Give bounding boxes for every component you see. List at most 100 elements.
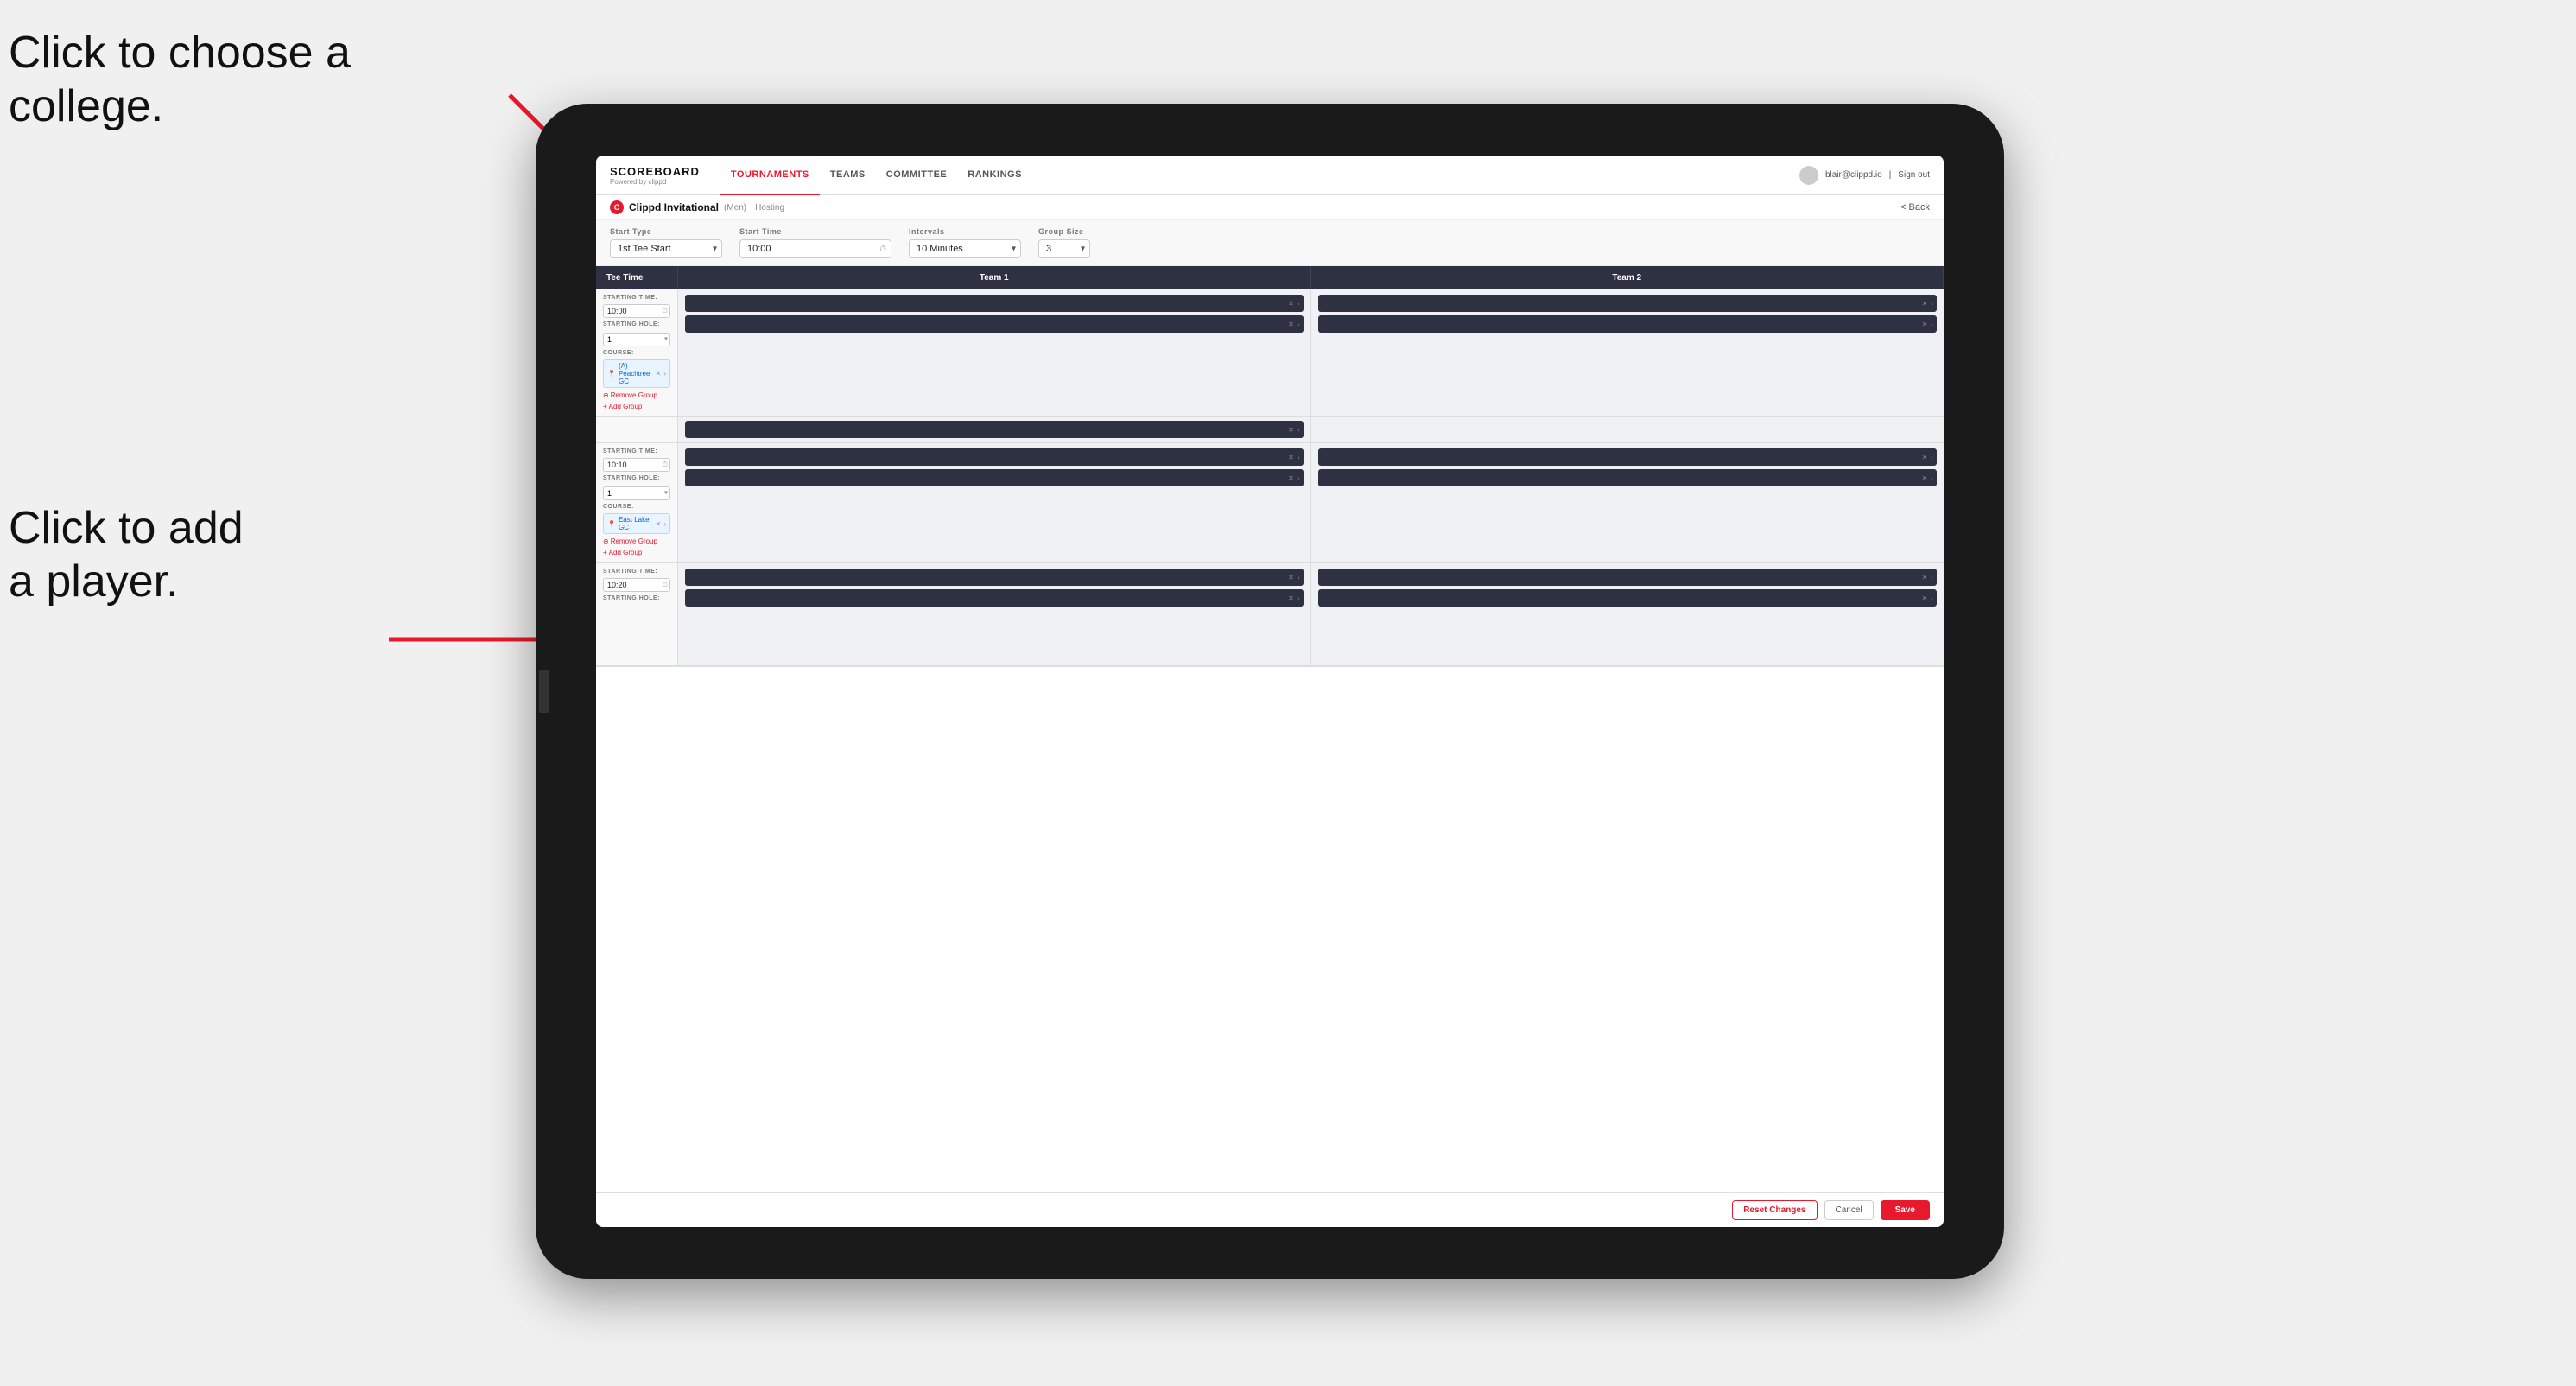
intervals-select[interactable]: 10 Minutes [909,239,1021,258]
group-row-2: STARTING TIME: ⏱ STARTING HOLE: 1 ▾ [596,443,1944,563]
group-size-select-wrap: 3 [1038,239,1090,258]
brand-sub: Powered by clippd [610,178,700,186]
course-remove-1[interactable]: ✕ [656,370,662,378]
chevron-icon-2-1[interactable]: › [1931,300,1933,308]
x-icon-4-1[interactable]: ✕ [1922,454,1928,461]
side-button [539,670,549,713]
group-size-select[interactable]: 3 [1038,239,1090,258]
sign-out-link[interactable]: Sign out [1898,170,1930,180]
course-tag-wrap-2: 📍 East Lake GC ✕ › [603,513,670,534]
chevron-icon-6-2[interactable]: › [1931,594,1933,602]
nav-rankings[interactable]: RANKINGS [957,156,1032,195]
player-slot-6-1[interactable]: ✕ › [1318,569,1938,586]
group-left-3: STARTING TIME: ⏱ STARTING HOLE: [596,563,678,665]
nav-right: blair@clippd.io | Sign out [1799,166,1930,185]
course-chevron-1[interactable]: › [663,370,666,378]
chevron-icon-4-2[interactable]: › [1931,474,1933,482]
chevron-icon-5-1[interactable]: › [1298,574,1300,582]
clock-icon: ⏱ [879,245,886,254]
course-label-1: COURSE: [603,350,670,356]
clippd-logo: C [610,200,624,214]
player-slot-2-1[interactable]: ✕ › [1318,295,1938,312]
starting-time-wrap-3: ⏱ [603,578,670,592]
back-button[interactable]: < Back [1900,202,1930,213]
intervals-group: Intervals 10 Minutes [909,227,1021,258]
x-icon-4-2[interactable]: ✕ [1922,474,1928,482]
player-slot-4-2[interactable]: ✕ › [1318,469,1938,486]
start-time-input[interactable] [739,239,891,258]
chevron-icon-3-1[interactable]: › [1298,454,1300,461]
x-icon-6-2[interactable]: ✕ [1922,594,1928,602]
reset-button[interactable]: Reset Changes [1732,1200,1817,1220]
player-slot-6-2[interactable]: ✕ › [1318,589,1938,607]
chevron-icon-2-2[interactable]: › [1931,321,1933,328]
add-icon-1: + [603,403,607,410]
nav-teams[interactable]: TEAMS [820,156,876,195]
chevron-icon-5-2[interactable]: › [1298,594,1300,602]
group-size-label: Group Size [1038,227,1090,236]
add-group-btn-1[interactable]: + Add Group [603,403,670,410]
team1-cell-3: ✕ › ✕ › [678,563,1311,665]
team2-cell-3: ✕ › ✕ › [1311,563,1945,665]
starting-time-wrap-2: ⏱ [603,458,670,472]
starting-hole-select-1[interactable]: 1 [603,333,670,346]
x-icon-1-1[interactable]: ✕ [1288,300,1294,308]
x-icon-3-2[interactable]: ✕ [1288,474,1294,482]
chevron-icon-1-2[interactable]: › [1298,321,1300,328]
x-icon-2-2[interactable]: ✕ [1922,321,1928,328]
course-remove-2[interactable]: ✕ [656,520,662,528]
chevron-icon-4-1[interactable]: › [1931,454,1933,461]
starting-hole-select-2[interactable]: 1 [603,486,670,500]
team1-cell-1: ✕ › ✕ › [678,289,1311,416]
nav-separator: | [1889,170,1892,180]
extra-team2-1 [1311,417,1945,442]
save-button[interactable]: Save [1881,1200,1930,1220]
starting-time-input-1[interactable] [603,304,670,318]
extra-row-1: ✕ › [596,417,1944,443]
player-slot-1-1[interactable]: ✕ › [685,295,1304,312]
extra-chev-1-1[interactable]: › [1298,426,1300,434]
tablet-screen: SCOREBOARD Powered by clippd TOURNAMENTS… [596,156,1944,1227]
course-chevron-2[interactable]: › [663,520,666,528]
x-icon-5-1[interactable]: ✕ [1288,574,1294,582]
chevron-icon-1-1[interactable]: › [1298,300,1300,308]
x-icon-1-2[interactable]: ✕ [1288,321,1294,328]
tournament-title: Clippd Invitational [629,201,719,213]
x-icon-2-1[interactable]: ✕ [1922,300,1928,308]
player-slot-5-2[interactable]: ✕ › [685,589,1304,607]
clock-icon-3: ⏱ [663,581,668,589]
extra-slot-1-1[interactable]: ✕ › [685,421,1304,438]
team2-cell-1: ✕ › ✕ › [1311,289,1945,416]
user-email: blair@clippd.io [1825,170,1882,180]
nav-committee[interactable]: COMMITTEE [876,156,958,195]
starting-time-label-2: STARTING TIME: [603,448,670,455]
course-tag-2: 📍 East Lake GC ✕ › [603,513,670,534]
player-slot-1-2[interactable]: ✕ › [685,315,1304,333]
add-group-btn-2[interactable]: + Add Group [603,549,670,556]
course-tag-wrap-1: 📍 (A) Peachtree GC ✕ › [603,359,670,388]
player-slot-4-1[interactable]: ✕ › [1318,448,1938,466]
x-icon-3-1[interactable]: ✕ [1288,454,1294,461]
intervals-label: Intervals [909,227,1021,236]
chevron-icon-3-2[interactable]: › [1298,474,1300,482]
annotation-add-player: Click to add a player. [9,501,244,609]
player-slot-2-2[interactable]: ✕ › [1318,315,1938,333]
starting-time-input-2[interactable] [603,458,670,472]
remove-group-btn-2[interactable]: ⊖ Remove Group [603,537,670,545]
chevron-icon-6-1[interactable]: › [1931,574,1933,582]
remove-group-btn-1[interactable]: ⊖ Remove Group [603,391,670,399]
nav-tournaments[interactable]: TOURNAMENTS [720,156,820,195]
remove-icon-2: ⊖ [603,537,609,545]
player-slot-3-1[interactable]: ✕ › [685,448,1304,466]
extra-x-1-1[interactable]: ✕ [1288,426,1294,434]
starting-time-label-1: STARTING TIME: [603,295,670,301]
player-slot-5-1[interactable]: ✕ › [685,569,1304,586]
starting-hole-label-2: STARTING HOLE: [603,475,670,481]
x-icon-5-2[interactable]: ✕ [1288,594,1294,602]
starting-time-input-3[interactable] [603,578,670,592]
cancel-button[interactable]: Cancel [1824,1200,1874,1220]
x-icon-6-1[interactable]: ✕ [1922,574,1928,582]
player-slot-3-2[interactable]: ✕ › [685,469,1304,486]
starting-time-label-3: STARTING TIME: [603,569,670,575]
start-type-select[interactable]: 1st Tee Start [610,239,722,258]
